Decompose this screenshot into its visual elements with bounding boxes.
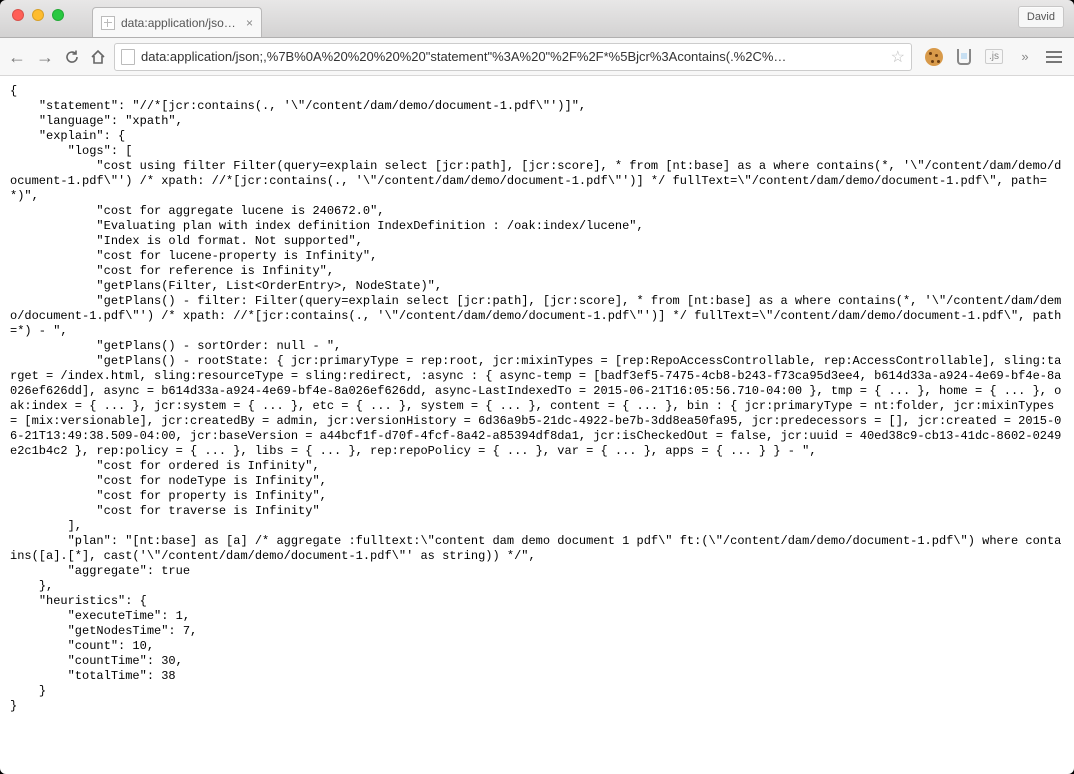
close-window-button[interactable] — [12, 9, 24, 21]
window-controls — [12, 9, 64, 21]
tab-title: data:application/json;,%7B — [121, 16, 240, 30]
document-icon — [101, 16, 115, 30]
home-button[interactable] — [90, 49, 106, 65]
address-bar[interactable]: data:application/json;,%7B%0A%20%20%20%2… — [114, 43, 912, 71]
forward-button[interactable]: → — [36, 48, 54, 66]
page-icon — [121, 49, 135, 65]
nav-buttons: ← → — [8, 48, 106, 66]
overflow-extensions-icon[interactable]: » — [1014, 47, 1034, 67]
back-button[interactable]: ← — [8, 48, 26, 66]
menu-button[interactable] — [1044, 47, 1064, 67]
url-text: data:application/json;,%7B%0A%20%20%20%2… — [141, 49, 885, 64]
reload-button[interactable] — [64, 49, 80, 65]
json-content: { "statement": "//*[jcr:contains(., '\"/… — [0, 76, 1074, 774]
minimize-window-button[interactable] — [32, 9, 44, 21]
browser-tab[interactable]: data:application/json;,%7B × — [92, 7, 262, 37]
cookie-extension-icon[interactable] — [924, 47, 944, 67]
toolbar: ← → data:application/json;,%7B%0A%20%20%… — [0, 38, 1074, 76]
js-extension-icon[interactable]: .js — [984, 47, 1004, 67]
browser-window: data:application/json;,%7B × David ← → d… — [0, 0, 1074, 774]
extension-icons: .js » — [924, 47, 1064, 67]
close-tab-icon[interactable]: × — [246, 16, 253, 30]
profile-badge[interactable]: David — [1018, 6, 1064, 28]
titlebar: data:application/json;,%7B × David — [0, 0, 1074, 38]
zoom-window-button[interactable] — [52, 9, 64, 21]
bookmark-star-icon[interactable]: ☆ — [891, 47, 905, 67]
cup-extension-icon[interactable] — [954, 47, 974, 67]
